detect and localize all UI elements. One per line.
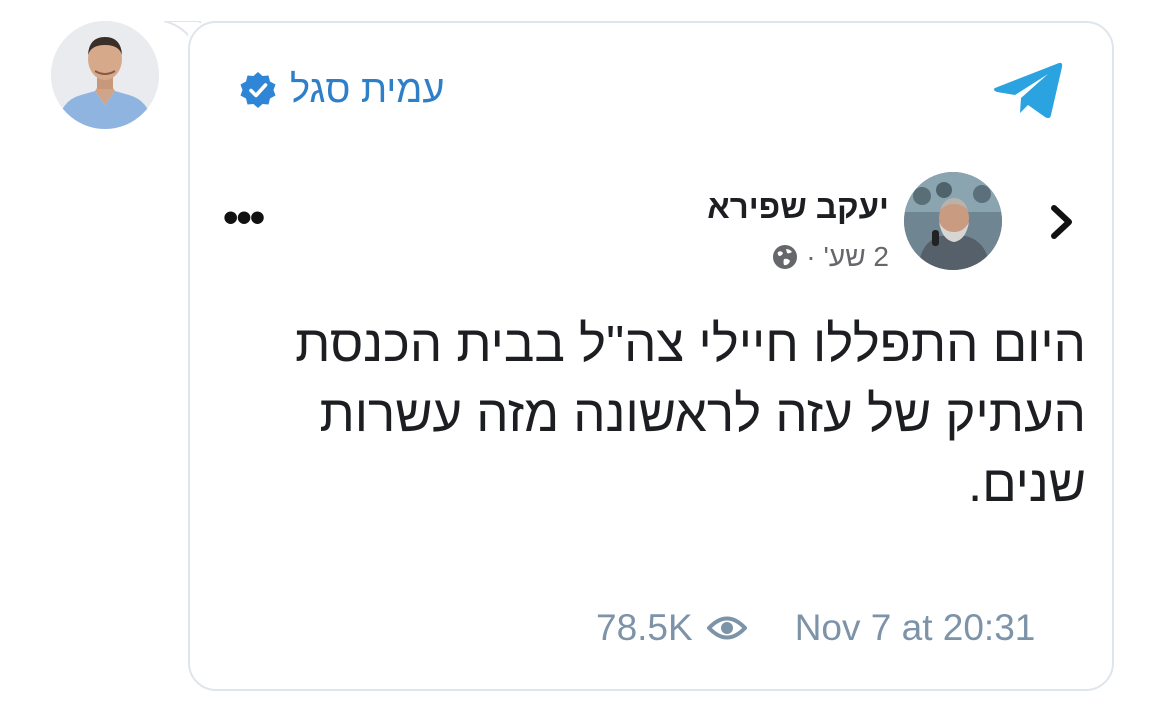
telegram-icon[interactable] bbox=[993, 60, 1063, 120]
sender-header[interactable]: עמית סגל bbox=[238, 68, 445, 112]
post-text-line: העתיק של עזה לראשונה מזה עשרות bbox=[319, 385, 1086, 442]
eye-icon bbox=[706, 616, 747, 640]
post-body: היום התפללו חיילי צה"ל בבית הכנסת העתיק … bbox=[216, 309, 1086, 519]
chat-message: עמית סגל ••• יעקב שפירא 2 שע' · היום התפ… bbox=[0, 0, 1170, 704]
view-count: 78.5K bbox=[596, 607, 693, 648]
post-author-avatar[interactable] bbox=[904, 172, 1002, 270]
sender-avatar-image bbox=[51, 21, 159, 129]
post-text-line: היום התפללו חיילי צה"ל בבית הכנסת bbox=[295, 315, 1086, 372]
verified-badge-icon bbox=[240, 72, 276, 108]
sender-name[interactable]: עמית סגל bbox=[290, 68, 445, 112]
globe-icon bbox=[773, 245, 798, 269]
meta-separator: · bbox=[806, 241, 816, 272]
post-menu-button[interactable]: ••• bbox=[223, 196, 265, 240]
message-timestamp: Nov 7 at 20:31 bbox=[794, 607, 1036, 648]
sender-avatar[interactable] bbox=[51, 21, 159, 129]
post-author-avatar-image bbox=[904, 172, 1002, 270]
chevron-right-icon[interactable] bbox=[1046, 204, 1076, 240]
message-footer: 78.5K Nov 7 at 20:31 bbox=[596, 604, 1035, 652]
post-age: 2 שע' bbox=[823, 241, 889, 272]
post-meta: 2 שע' · bbox=[772, 239, 889, 275]
post-author-name[interactable]: יעקב שפירא bbox=[707, 188, 889, 226]
post-text-line: שנים. bbox=[967, 455, 1086, 512]
